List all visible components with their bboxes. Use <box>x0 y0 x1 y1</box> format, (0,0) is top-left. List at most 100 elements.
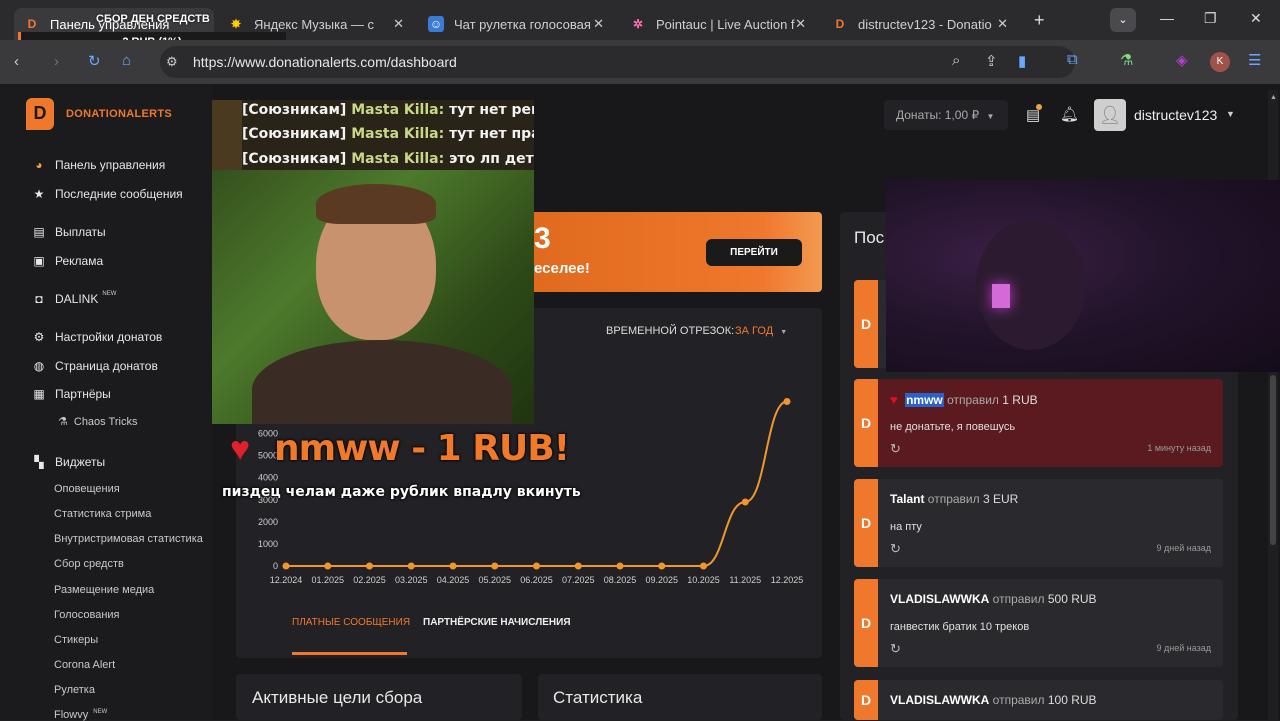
sidebar: D DONATIONALERTS ◕ Панель управления ★ П… <box>0 84 212 721</box>
new-badge: NEW <box>93 709 108 715</box>
extensions-icon[interactable]: ⧉ <box>1067 51 1078 68</box>
yandex-music-favicon-icon: ✸ <box>230 17 242 31</box>
share-icon[interactable]: ⇪ <box>985 52 998 70</box>
sidebar-item-recent-messages[interactable]: ★ Последние сообщения <box>32 187 183 201</box>
sidebar-item-payouts[interactable]: ▤ Выплаты <box>32 225 105 239</box>
twitch-extension-icon[interactable]: ◈ <box>1176 51 1188 69</box>
url-text[interactable]: https://www.donationalerts.com/dashboard <box>193 54 457 70</box>
sidebar-sub-stickers[interactable]: Стикеры <box>54 634 98 646</box>
minimize-icon[interactable]: — <box>1160 10 1174 26</box>
x-tick-label: 12.2025 <box>771 575 804 585</box>
tab-partner-earnings[interactable]: ПАРТНЁРСКИЕ НАЧИСЛЕНИЯ <box>423 617 571 628</box>
zoom-icon[interactable]: ⌕ <box>952 52 960 69</box>
sidebar-item-dashboard[interactable]: ◕ Панель управления <box>32 158 165 172</box>
donation-item[interactable]: D VLADISLAWWKA отправил 500 RUB ганвести… <box>854 579 1223 667</box>
sidebar-sub-polls[interactable]: Голосования <box>54 609 120 621</box>
menu-icon[interactable]: ☰ <box>1248 51 1261 69</box>
replay-icon[interactable]: ↻ <box>890 641 901 657</box>
data-point[interactable] <box>783 398 791 406</box>
tab-distructev-donations[interactable]: D distructev123 - Donatio ✕ <box>822 8 1018 40</box>
bell-icon[interactable]: 🔔︎ <box>1060 105 1079 123</box>
close-tab-icon[interactable]: ✕ <box>393 16 404 32</box>
donation-message: на пту <box>890 521 922 533</box>
brand-name[interactable]: DONATIONALERTS <box>66 108 172 120</box>
chat-roulette-favicon-icon: ☺ <box>428 16 444 32</box>
widgets-icon: ▚ <box>34 455 44 469</box>
username[interactable]: distructev123 <box>1134 107 1217 123</box>
data-point[interactable] <box>407 562 415 570</box>
tab-pointauc[interactable]: ✲ Pointauc | Live Auction f ✕ <box>620 8 816 40</box>
chat-name: Masta Killa: <box>351 126 445 142</box>
sidebar-item-ads[interactable]: ▣ Реклама <box>32 254 103 268</box>
address-bar[interactable]: ⚙ https://www.donationalerts.com/dashboa… <box>160 46 1075 78</box>
sidebar-sub-alerts[interactable]: Оповещения <box>54 483 120 495</box>
data-point[interactable] <box>574 562 582 570</box>
tab-paid-messages[interactable]: ПЛАТНЫЕ СООБЩЕНИЯ <box>292 617 410 628</box>
sidebar-sub-media[interactable]: Размещение медиа <box>54 584 154 596</box>
back-icon[interactable]: ‹ <box>14 53 19 70</box>
sidebar-item-dalink[interactable]: ◘ DALINK NEW <box>32 291 116 306</box>
go-button[interactable]: ПЕРЕЙТИ <box>706 239 802 266</box>
data-point[interactable] <box>616 562 624 570</box>
sidebar-sub-fundraising[interactable]: Сбор средств <box>54 558 124 570</box>
sidebar-item-donation-page[interactable]: ◍ Страница донатов <box>32 359 158 373</box>
user-avatar[interactable]: 👤︎ <box>1094 99 1126 131</box>
promo-banner[interactable]: 3 еселее! ПЕРЕЙТИ <box>534 212 822 292</box>
forward-icon[interactable]: › <box>54 53 59 70</box>
sidebar-sub-stream-stats[interactable]: Статистика стрима <box>54 508 151 520</box>
data-point[interactable] <box>658 562 666 570</box>
replay-icon[interactable]: ↻ <box>890 541 901 557</box>
scrollbar-thumb[interactable] <box>1270 375 1276 545</box>
close-tab-icon[interactable]: ✕ <box>997 16 1008 32</box>
close-window-icon[interactable]: ✕ <box>1250 10 1262 27</box>
bookmark-icon[interactable]: ▮ <box>1018 52 1026 70</box>
replay-icon[interactable]: ↻ <box>890 441 901 457</box>
pointauc-favicon-icon: ✲ <box>632 17 644 31</box>
donates-balance-dropdown[interactable]: Донаты: 1,00 ₽ ▼ <box>884 100 1008 130</box>
donation-item[interactable]: D Talant отправил 3 EUR на пту ↻ 9 дней … <box>854 479 1223 567</box>
restore-icon[interactable]: ❐ <box>1204 10 1217 27</box>
donationalerts-logo[interactable]: D <box>26 98 54 130</box>
sidebar-item-partners[interactable]: ▦ Партнёры <box>32 387 110 401</box>
new-tab-icon[interactable]: + <box>1034 10 1045 31</box>
scroll-up-icon[interactable]: ▲ <box>1270 94 1277 101</box>
data-point[interactable] <box>491 562 499 570</box>
alert-title: nmww - 1 RUB! <box>274 428 570 469</box>
profile-avatar[interactable]: K <box>1210 52 1230 72</box>
sidebar-item-chaos-tricks[interactable]: ⚗ Chaos Tricks <box>58 415 137 429</box>
tab-chat-roulette[interactable]: ☺ Чат рулетка голосовая ✕ <box>418 8 614 40</box>
tab-search-chevron-icon[interactable]: ⌄ <box>1110 8 1136 32</box>
donor-name: VLADISLAWWKA <box>890 693 990 707</box>
donation-item[interactable]: D ♥ nmww отправил 1 RUB не донатьте, я п… <box>854 379 1223 467</box>
sidebar-item-widgets[interactable]: ▚ Виджеты <box>32 455 105 469</box>
data-point[interactable] <box>533 562 540 570</box>
close-tab-icon[interactable]: ✕ <box>593 16 604 32</box>
donor-name: Talant <box>890 492 925 506</box>
donation-header: VLADISLAWWKA отправил 500 RUB <box>890 592 1097 606</box>
partners-icon: ▦ <box>33 387 45 401</box>
sidebar-sub-instream-stats[interactable]: Внутристримовая статистика <box>54 533 203 545</box>
data-point[interactable] <box>366 562 373 570</box>
promo-digit: 3 <box>534 222 551 255</box>
donation-amount: 1 RUB <box>1002 393 1038 407</box>
heart-icon: ♥ <box>890 392 898 407</box>
sidebar-sub-roulette[interactable]: Рулетка <box>54 684 95 696</box>
sidebar-item-label: Виджеты <box>55 455 106 469</box>
y-tick-label: 0 <box>273 561 278 571</box>
site-settings-icon[interactable]: ⚙ <box>166 54 178 70</box>
close-tab-icon[interactable]: ✕ <box>795 16 806 32</box>
sidebar-item-donation-settings[interactable]: ⚙ Настройки донатов <box>32 330 163 344</box>
data-point[interactable] <box>324 562 332 570</box>
data-point[interactable] <box>282 562 290 570</box>
data-point[interactable] <box>449 562 457 570</box>
labs-flask-icon[interactable]: ⚗ <box>1120 51 1133 69</box>
recent-messages-title: Пос <box>854 228 885 247</box>
donation-item[interactable]: D VLADISLAWWKA отправил 100 RUB <box>854 680 1223 720</box>
data-point[interactable] <box>700 562 707 570</box>
data-point[interactable] <box>741 498 749 506</box>
home-icon[interactable]: ⌂ <box>122 52 131 69</box>
reload-icon[interactable]: ↻ <box>88 52 101 70</box>
sidebar-sub-corona-alert[interactable]: Corona Alert <box>54 659 115 671</box>
sidebar-sub-flowvy[interactable]: Flowvy NEW <box>54 709 107 721</box>
user-menu-chevron-icon[interactable]: ▼ <box>1226 109 1235 119</box>
